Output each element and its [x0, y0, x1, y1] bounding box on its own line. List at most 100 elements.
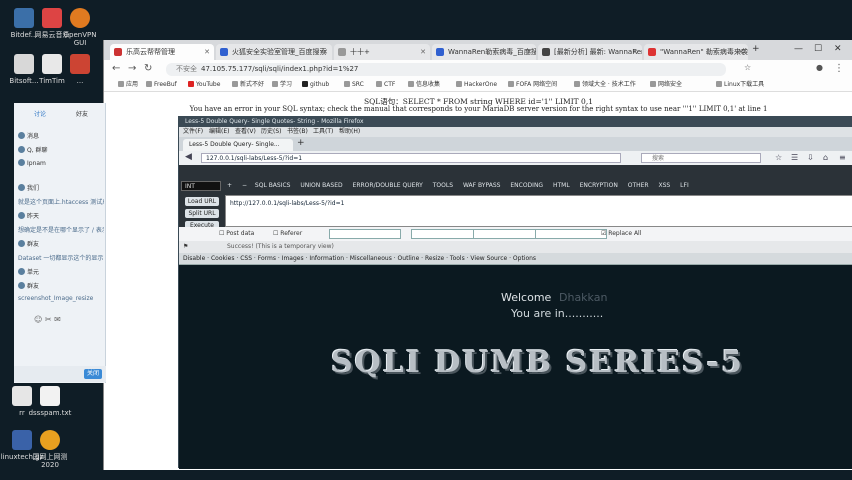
tab-favicon-icon	[436, 48, 444, 56]
hackbar-menu-item[interactable]: SQL BASICS	[255, 182, 291, 189]
hackbar-menu-item[interactable]: XSS	[659, 182, 671, 189]
reload-icon[interactable]: ↻	[144, 63, 152, 74]
desktop-icon[interactable]: ...	[58, 52, 102, 96]
folder-icon	[716, 81, 722, 87]
hackbar-menu-item[interactable]: ENCODING	[510, 182, 543, 189]
hackbar-menu-item[interactable]: ERROR/DOUBLE QUERY	[353, 182, 423, 189]
hackbar-menu-item[interactable]: UNION BASED	[300, 182, 342, 189]
hackbar-option-field[interactable]	[535, 229, 607, 239]
close-window-icon[interactable]: ✕	[834, 44, 842, 54]
chat-tab[interactable]: 好友	[76, 109, 106, 118]
hackbar-option-field[interactable]	[329, 229, 401, 239]
hackbar-status: ⚑ Success! (This is a temporary view)	[179, 241, 852, 253]
bookmark[interactable]: YouTube	[188, 78, 220, 92]
hackbar-menu-item[interactable]: OTHER	[628, 182, 649, 189]
desktop-icon[interactable]: OpenVPN GUI	[58, 6, 102, 50]
desktop-icon[interactable]: 国网上网测 2020	[28, 428, 72, 472]
bookmark[interactable]: FreeBuf	[146, 78, 177, 92]
hackbar-plus-icon[interactable]: +	[227, 182, 232, 189]
hackbar-menu-item[interactable]: WAF BYPASS	[463, 182, 500, 189]
close-icon[interactable]: ✕	[738, 44, 744, 60]
bookmark-label: 新式不好	[240, 81, 265, 88]
emoji-icon[interactable]: ☺ ✂ ✉	[34, 315, 74, 324]
bookmark[interactable]: 新式不好	[232, 78, 264, 92]
browser-tab[interactable]: 火狐安全实验室管理_百度搜索 ✕	[216, 44, 332, 60]
firefox-search-input[interactable]: 搜索	[641, 153, 761, 163]
close-icon[interactable]: ✕	[632, 44, 638, 60]
close-icon[interactable]: ✕	[322, 44, 328, 60]
close-icon[interactable]: ✕	[420, 44, 426, 60]
bookmark[interactable]: HackerOne	[456, 78, 497, 92]
url-input[interactable]: 不安全 47.105.75.177/sqli/sqli/index1.php?id…	[166, 63, 726, 76]
webdev-toolbar-items[interactable]: Disable · Cookies · CSS · Forms · Images…	[183, 253, 536, 265]
browser-tab[interactable]: WannaRen勒索病毒_百度搜索 ✕	[432, 44, 536, 60]
bookmark-icon	[508, 81, 514, 87]
firefox-tab[interactable]: Less-5 Double Query- Single...	[183, 139, 293, 151]
hackbar-menu-item[interactable]: ENCRYPTION	[580, 182, 618, 189]
menu-item[interactable]: 书签(B)	[287, 127, 308, 137]
hackbar-url-input[interactable]: http://127.0.0.1/sqli-labs/Less-5/?id=1	[225, 195, 852, 227]
back-icon[interactable]: ◀	[185, 152, 192, 162]
close-icon[interactable]: ✕	[204, 44, 210, 60]
new-tab-icon[interactable]: +	[297, 138, 305, 148]
browser-tab[interactable]: [最新分析] 最新: WannaRen ✕	[538, 44, 642, 60]
firefox-url-input[interactable]: 127.0.0.1/sqli-labs/Less-5/?id=1	[201, 153, 621, 163]
replace-all-checkbox[interactable]: ☑ Replace All	[601, 227, 641, 241]
bookmark[interactable]: FOFA 网络空间	[508, 78, 557, 92]
post-data-checkbox[interactable]: ☐ Post data	[219, 227, 254, 241]
hackbar-select[interactable]: INT	[181, 181, 221, 191]
close-icon[interactable]: ✕	[526, 44, 532, 60]
bookmark[interactable]: 应用	[118, 78, 138, 92]
forward-icon[interactable]: →	[128, 63, 136, 74]
browser-tab[interactable]: 乐高云帮帮管理 ✕	[110, 44, 214, 60]
menu-item[interactable]: 工具(T)	[313, 127, 333, 137]
tab-label: 火狐安全实验室管理_百度搜索	[232, 48, 327, 56]
browser-tab[interactable]: "WannaRen" 勒索病毒来袭... ✕	[644, 44, 748, 60]
bookmark-list-icon[interactable]: ☰	[791, 153, 798, 162]
bookmark[interactable]: Linux下载工具	[716, 78, 764, 92]
star-icon[interactable]: ☆	[775, 153, 782, 162]
bookmark[interactable]: github	[302, 78, 329, 92]
hackbar-menu-item[interactable]: TOOLS	[433, 182, 453, 189]
download-icon[interactable]: ⇩	[807, 153, 814, 162]
bookmark[interactable]: 学习	[272, 78, 292, 92]
menu-item[interactable]: 文件(F)	[183, 127, 203, 137]
bookmark-label: 应用	[126, 81, 139, 88]
menu-item[interactable]: 帮助(H)	[339, 127, 360, 137]
bookmark[interactable]: 网络安全	[650, 78, 682, 92]
menu-item[interactable]: 历史(S)	[261, 127, 282, 137]
back-icon[interactable]: ←	[112, 63, 120, 74]
avatar	[18, 184, 25, 191]
bookmark[interactable]: SRC	[344, 78, 364, 92]
chat-item-label: Ipnam	[27, 160, 46, 167]
menu-icon[interactable]: ≡	[839, 153, 846, 162]
webdev-toolbar: Disable · Cookies · CSS · Forms · Images…	[179, 253, 852, 265]
referer-checkbox[interactable]: ☐ Referer	[273, 227, 302, 241]
chat-tab[interactable]: 讨论	[34, 109, 64, 118]
close-button[interactable]: 关闭	[84, 369, 102, 379]
load-url-button[interactable]: Load URL	[185, 197, 219, 206]
browser-tab[interactable]: 十十+ ✕	[334, 44, 430, 60]
bookmark[interactable]: 领域大全 · 技术工作	[574, 78, 636, 92]
hackbar-menu-item[interactable]: HTML	[553, 182, 570, 189]
desktop-icon[interactable]: dssspam.txt	[28, 384, 72, 428]
chat-item-label: 群友	[27, 241, 40, 248]
minimize-icon[interactable]: —	[794, 44, 803, 54]
bookmark[interactable]: 信息收集	[408, 78, 440, 92]
menu-item[interactable]: 编辑(E)	[209, 127, 229, 137]
menu-item[interactable]: 查看(V)	[235, 127, 256, 137]
maximize-icon[interactable]: ☐	[814, 44, 822, 54]
star-icon[interactable]: ☆	[744, 63, 751, 72]
new-tab-icon[interactable]: +	[752, 44, 760, 54]
hackbar-minus-icon[interactable]: −	[242, 182, 247, 189]
profile-icon[interactable]: ●	[816, 63, 823, 72]
menu-bar: 文件(F) 编辑(E) 查看(V) 历史(S) 书签(B) 工具(T) 帮助(H…	[179, 127, 852, 137]
bookmark[interactable]: CTF	[376, 78, 395, 92]
menu-icon[interactable]: ⋮	[834, 63, 844, 74]
hackbar-menu-item[interactable]: LFI	[680, 182, 689, 189]
split-url-button[interactable]: Split URL	[185, 209, 219, 218]
home-icon[interactable]: ⌂	[823, 153, 828, 162]
bookmark-label: CTF	[384, 81, 396, 88]
address-bar: ← → ↻ 不安全 47.105.75.177/sqli/sqli/index1.…	[104, 60, 852, 78]
text-file-icon	[40, 386, 60, 406]
